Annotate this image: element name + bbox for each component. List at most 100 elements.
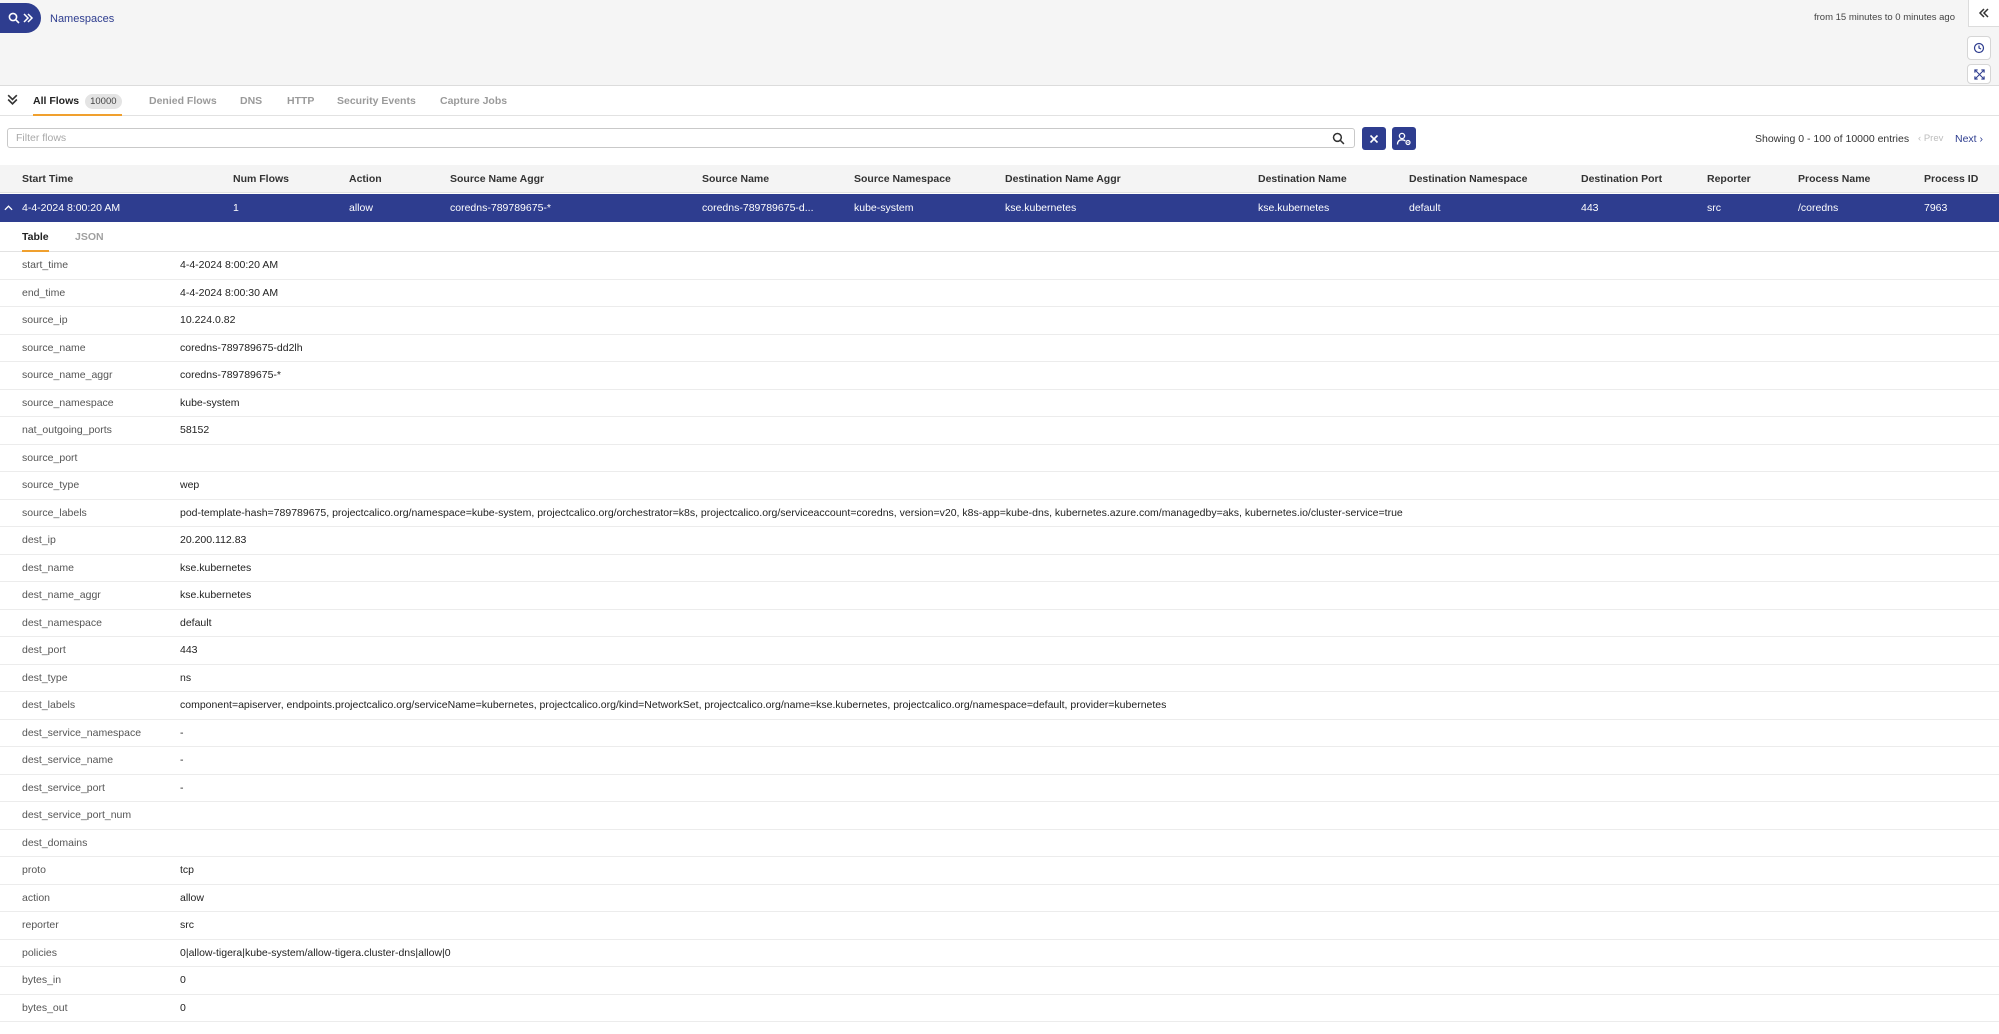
entries-info: Showing 0 - 100 of 10000 entries [1755,133,1910,145]
detail-row-bytes-in: bytes_in 0 [0,967,1999,995]
column-header-start-time[interactable]: Start Time [22,165,73,193]
cell-source-name: coredns-789789675-d... [702,202,814,214]
detail-tabs: Table JSON [0,223,1999,252]
column-header-destination-port[interactable]: Destination Port [1581,165,1662,193]
column-header-num-flows[interactable]: Num Flows [233,165,289,193]
detail-key: dest_domains [22,836,88,849]
cell-destination-namespace: default [1409,202,1441,214]
tab-capture-jobs[interactable]: Capture Jobs [440,86,507,116]
breadcrumb[interactable]: Namespaces [50,13,114,25]
detail-row-start-time: start_time 4-4-2024 8:00:20 AM [0,252,1999,280]
tab-all-flows[interactable]: All Flows 10000 [33,86,122,116]
detail-row-bytes-out: bytes_out 0 [0,995,1999,1022]
clear-filter-button[interactable] [1362,127,1386,150]
detail-key: source_name_aggr [22,369,113,381]
detail-value: src [180,919,194,931]
detail-row-dest-name-aggr: dest_name_aggr kse.kubernetes [0,582,1999,610]
detail-row-source-name: source_name coredns-789789675-dd2lh [0,335,1999,362]
detail-key: dest_port [22,644,66,656]
detail-value: 4-4-2024 8:00:20 AM [180,259,279,271]
detail-value: default [180,616,212,629]
detail-row-source-ip: source_ip 10.224.0.82 [0,307,1999,335]
detail-row-dest-service-port-num: dest_service_port_num [0,802,1999,830]
detail-row-dest-name: dest_name kse.kubernetes [0,555,1999,582]
detail-row-dest-port: dest_port 443 [0,637,1999,665]
cell-destination-name-aggr: kse.kubernetes [1005,202,1077,214]
tab-denied-flows[interactable]: Denied Flows [149,86,217,116]
tab-security-events[interactable]: Security Events [337,86,416,116]
detail-key: dest_name_aggr [22,589,101,601]
column-header-action[interactable]: Action [349,165,382,193]
global-search-button[interactable] [0,3,41,33]
cell-destination-port: 443 [1581,202,1599,214]
detail-key: reporter [22,919,59,931]
tab-label: All Flows [33,95,80,107]
search-icon[interactable] [1332,132,1345,145]
detail-value: - [180,754,184,766]
detail-row-proto: proto tcp [0,857,1999,885]
detail-value: coredns-789789675-dd2lh [180,341,303,354]
chevron-up-icon[interactable] [4,204,13,212]
detail-row-dest-service-name: dest_service_name - [0,747,1999,775]
column-settings-button[interactable] [1392,127,1416,150]
prev-label: Prev [1923,133,1944,144]
time-range-label[interactable]: from 15 minutes to 0 minutes ago [1814,12,1955,23]
tab-json[interactable]: JSON [75,223,104,252]
column-header-source-name[interactable]: Source Name [702,165,769,193]
column-header-process-id[interactable]: Process ID [1924,165,1978,193]
detail-value: - [180,726,184,739]
column-header-destination-namespace[interactable]: Destination Namespace [1409,165,1527,193]
filter-input[interactable] [7,128,1355,148]
detail-key: action [22,891,51,904]
filter-row: Showing 0 - 100 of 10000 entries ‹ Prev … [0,124,1999,154]
search-icon [8,12,20,24]
column-header-destination-name[interactable]: Destination Name [1258,165,1347,193]
cell-source-name-aggr: coredns-789789675-* [450,202,551,214]
tab-table[interactable]: Table [22,223,49,252]
next-page-button[interactable]: Next › [1955,133,1983,145]
time-settings-button[interactable] [1967,36,1991,60]
flow-tabs: All Flows 10000 Denied Flows DNS HTTP Se… [0,86,1999,116]
cell-start-time: 4-4-2024 8:00:20 AM [22,202,121,214]
detail-row-policies: policies 0|allow-tigera|kube-system/allow… [0,940,1999,967]
detail-key: proto [22,864,46,876]
detail-key: source_port [22,451,78,464]
flow-details-list: start_time 4-4-2024 8:00:20 AM end_time 4-4… [0,252,1999,1022]
column-header-source-namespace[interactable]: Source Namespace [854,165,951,193]
detail-value: allow [180,891,204,904]
chevrons-right-icon [22,13,33,23]
detail-row-reporter: reporter src [0,912,1999,940]
detail-value: tcp [180,864,195,876]
detail-value: component=apiserver, endpoints.projectca… [180,699,1167,711]
detail-value: kube-system [180,396,240,409]
column-header-process-name[interactable]: Process Name [1798,165,1870,193]
fullscreen-button[interactable] [1967,64,1991,84]
detail-key: dest_labels [22,699,76,711]
detail-key: source_name [22,341,86,354]
tab-dns[interactable]: DNS [240,86,262,116]
detail-row-source-labels: source_labels pod-template-hash=789789675… [0,500,1999,527]
detail-row-source-port: source_port [0,445,1999,472]
detail-key: dest_service_port [22,781,105,794]
next-label: Next [1955,133,1977,145]
double-chevron-left-icon [1978,8,1989,18]
collapse-panel-button[interactable] [1968,0,1999,27]
detail-row-dest-labels: dest_labels component=apiserver, endpoint… [0,692,1999,720]
detail-key: dest_namespace [22,616,102,629]
detail-row-nat-outgoing-ports: nat_outgoing_ports 58152 [0,417,1999,445]
column-header-reporter[interactable]: Reporter [1707,165,1751,193]
column-header-destination-name-aggr[interactable]: Destination Name Aggr [1005,165,1121,193]
column-header-source-name-aggr[interactable]: Source Name Aggr [450,165,544,193]
detail-row-dest-domains: dest_domains [0,830,1999,857]
prev-page-button[interactable]: ‹ Prev [1918,133,1943,144]
detail-value: 0 [180,1001,186,1014]
collapse-tabs-button[interactable] [6,93,19,111]
tab-http[interactable]: HTTP [287,86,314,116]
detail-key: source_ip [22,314,68,326]
cell-action: allow [349,202,373,214]
table-row[interactable]: 4-4-2024 8:00:20 AM 1 allow coredns-7897… [0,194,1999,222]
detail-key: dest_service_name [22,754,114,766]
detail-value: 20.200.112.83 [180,534,247,546]
detail-value: 0 [180,974,186,986]
detail-value: kse.kubernetes [180,589,252,601]
